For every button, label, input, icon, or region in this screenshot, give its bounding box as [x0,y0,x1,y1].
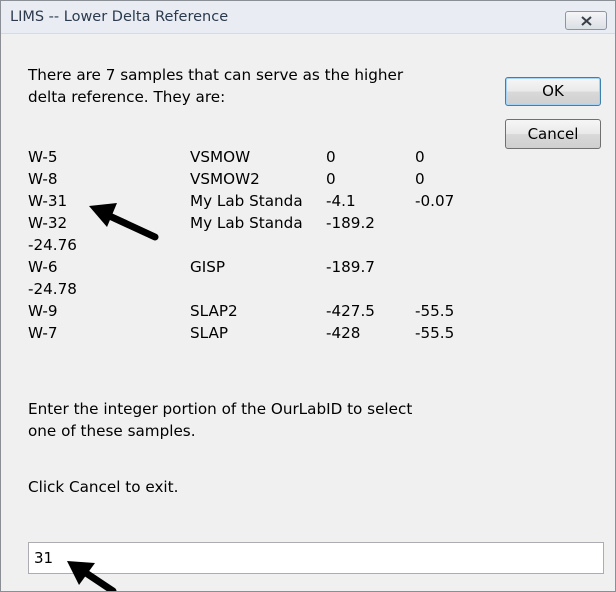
ok-button[interactable]: OK [505,77,601,106]
sample-id: W-9 [28,302,58,320]
sample-id: W-6 [28,258,58,276]
window-title: LIMS -- Lower Delta Reference [10,9,229,25]
close-button[interactable] [565,11,607,30]
sample-name: SLAP2 [190,302,238,320]
sample-id: W-7 [28,324,58,342]
sample-value-1: -189.2 [326,214,375,232]
title-bar: LIMS -- Lower Delta Reference [1,1,615,34]
sample-id: W-31 [28,192,68,210]
cancel-button[interactable]: Cancel [505,119,601,149]
sample-value-2: -24.78 [28,280,77,298]
sample-name: My Lab Standa [190,214,303,232]
arrow-icon [89,203,159,241]
message-line-1: There are 7 samples that can serve as th… [28,66,404,84]
sample-id: W-5 [28,148,58,166]
instruction-line-1: Enter the integer portion of the OurLabI… [28,400,413,418]
sample-value-1: -4.1 [326,192,356,210]
cancel-note: Click Cancel to exit. [28,478,179,496]
instruction-line-2: one of these samples. [28,422,196,440]
sample-value-1: 0 [326,148,336,166]
sample-value-1: -427.5 [326,302,375,320]
sample-name: GISP [190,258,226,276]
sample-value-1: 0 [326,170,336,188]
sample-id: W-32 [28,214,68,232]
sample-value-2: -55.5 [415,324,455,342]
sample-name: VSMOW2 [190,170,260,188]
sample-value-2: -55.5 [415,302,455,320]
sample-value-2: 0 [415,148,425,166]
arrow-icon [67,561,117,591]
sample-name: My Lab Standa [190,192,303,210]
message-line-2: delta reference. They are: [28,88,226,106]
close-icon [581,16,592,26]
sample-value-2: 0 [415,170,425,188]
sample-id: W-8 [28,170,58,188]
sample-value-1: -189.7 [326,258,375,276]
sample-value-2: -24.76 [28,236,77,254]
sample-value-1: -428 [326,324,361,342]
dialog-window: LIMS -- Lower Delta Reference There are … [0,0,616,592]
sample-value-2: -0.07 [415,192,455,210]
sample-name: SLAP [190,324,228,342]
sample-name: VSMOW [190,148,251,166]
